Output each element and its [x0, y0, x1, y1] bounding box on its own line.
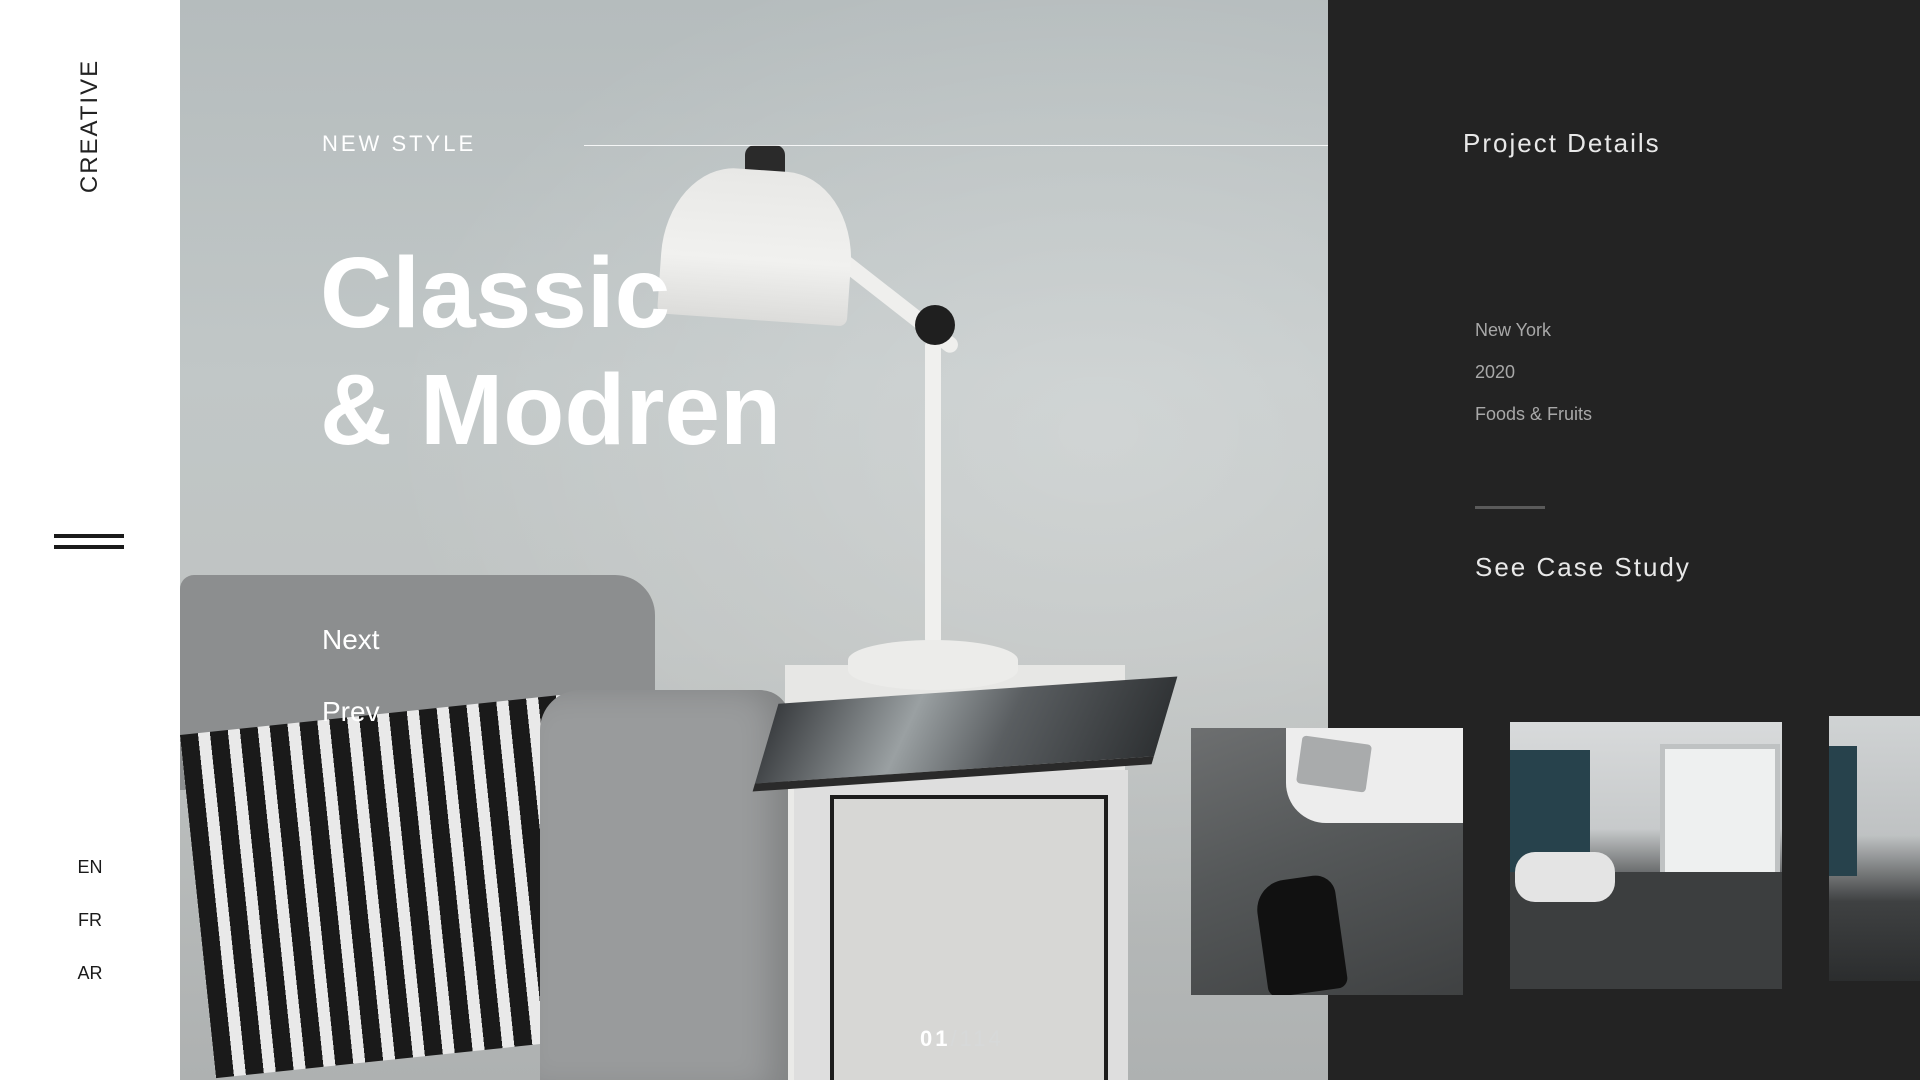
- brand-logo[interactable]: CREATIVE: [76, 59, 104, 193]
- teal-wall: [1829, 746, 1857, 876]
- slide-counter-current: 01: [920, 1026, 951, 1051]
- lamp-pole: [925, 340, 941, 645]
- slide-counter: 01/114: [920, 1026, 1004, 1052]
- project-details-title: Project Details: [1463, 128, 1661, 158]
- pillows: [1515, 852, 1615, 902]
- laptop: [1296, 735, 1372, 793]
- thumbnail-bedroom-partial[interactable]: [1829, 716, 1920, 981]
- lamp-joint: [915, 305, 955, 345]
- menu-bar-top: [54, 534, 124, 538]
- lamp-base: [848, 640, 1018, 690]
- next-slide-link[interactable]: Next: [322, 624, 380, 656]
- hero-title-line-2: & Modren: [320, 354, 782, 466]
- language-option-fr[interactable]: FR: [0, 905, 180, 958]
- jacket: [1253, 872, 1349, 995]
- language-switcher: EN FR AR: [0, 852, 180, 1011]
- thumbnail-bedroom-laptop[interactable]: [1191, 728, 1463, 995]
- hero-title-line-1: Classic: [320, 237, 671, 349]
- menu-bar-bottom: [54, 545, 124, 549]
- project-year: 2020: [1475, 362, 1516, 382]
- sofa-armrest: [540, 690, 790, 1080]
- hero-eyebrow-label: NEW STYLE: [322, 131, 477, 156]
- sidebar: CREATIVE EN FR AR: [0, 0, 180, 1080]
- project-location: New York: [1475, 320, 1552, 340]
- language-option-ar[interactable]: AR: [0, 958, 180, 1011]
- slide-counter-separator: /: [950, 1026, 960, 1051]
- details-divider: [1475, 506, 1545, 509]
- hamburger-menu-icon[interactable]: [54, 534, 124, 554]
- thumbnail-bedroom-window[interactable]: [1510, 722, 1782, 989]
- prev-slide-link[interactable]: Prev: [322, 696, 380, 728]
- hero-title: Classic & Modren: [320, 235, 781, 469]
- language-option-en[interactable]: EN: [0, 852, 180, 905]
- see-case-study-link[interactable]: See Case Study: [1475, 552, 1691, 583]
- project-category: Foods & Fruits: [1475, 404, 1593, 424]
- slide-counter-total: 114: [959, 1026, 1004, 1051]
- hero-divider-line: [584, 145, 1432, 146]
- hero-image: [180, 0, 1328, 1080]
